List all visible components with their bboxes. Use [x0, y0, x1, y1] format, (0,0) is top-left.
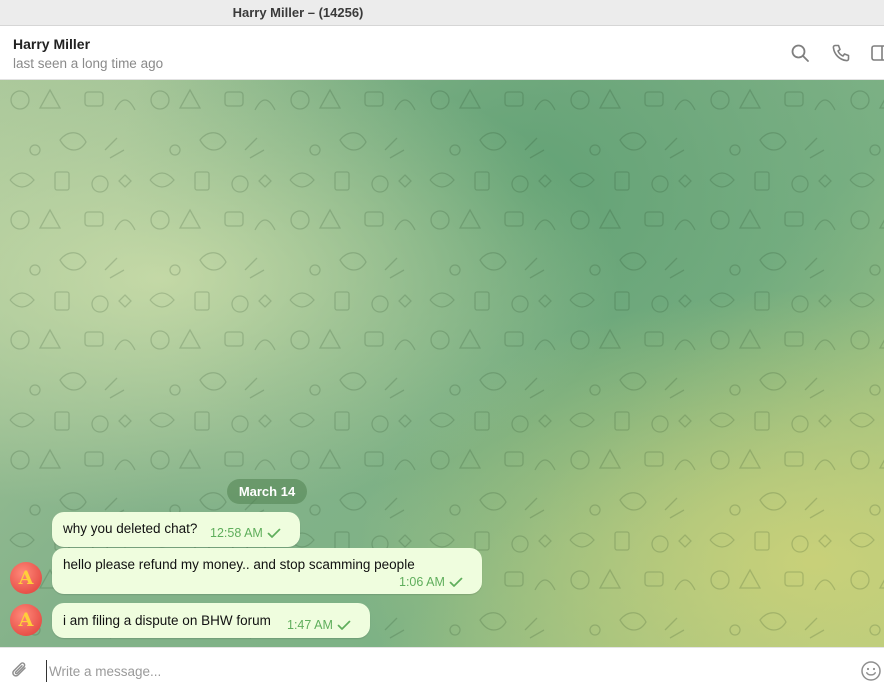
message-time: 1:47 AM — [287, 618, 333, 632]
message-meta: 12:58 AM — [210, 526, 281, 540]
contact-name[interactable]: Harry Miller — [13, 36, 90, 52]
window-title: Harry Miller – (14256) — [232, 5, 364, 20]
sender-avatar[interactable]: A — [10, 562, 42, 594]
read-check-icon — [267, 528, 281, 538]
read-check-icon — [337, 620, 351, 630]
message-bubble[interactable]: i am filing a dispute on BHW forum 1:47 … — [52, 603, 370, 638]
message-text: i am filing a dispute on BHW forum — [63, 613, 271, 628]
message-time: 12:58 AM — [210, 526, 263, 540]
window-titlebar: Harry Miller – (14256) — [0, 0, 884, 26]
search-icon[interactable] — [790, 43, 810, 63]
message-text: why you deleted chat? — [63, 521, 198, 536]
avatar-letter: A — [18, 608, 34, 631]
emoji-icon[interactable] — [860, 660, 882, 682]
message-time: 1:06 AM — [399, 575, 445, 589]
date-separator: March 14 — [227, 479, 307, 504]
avatar-letter: A — [18, 566, 34, 589]
read-check-icon — [449, 577, 463, 587]
contact-status: last seen a long time ago — [13, 56, 164, 71]
message-text: hello please refund my money.. and stop … — [63, 557, 415, 572]
chat-header: Harry Miller last seen a long time ago — [0, 26, 884, 80]
message-area[interactable]: March 14 why you deleted chat? 12:58 AM … — [0, 80, 884, 647]
message-bubble[interactable]: why you deleted chat? 12:58 AM — [52, 512, 300, 547]
sidebar-toggle-icon[interactable] — [870, 43, 884, 63]
message-composer — [0, 647, 884, 693]
paperclip-icon[interactable] — [9, 660, 31, 682]
message-input[interactable] — [46, 660, 826, 682]
phone-icon[interactable] — [831, 43, 851, 63]
message-bubble[interactable]: hello please refund my money.. and stop … — [52, 548, 482, 594]
message-meta: 1:47 AM — [287, 618, 351, 632]
sender-avatar[interactable]: A — [10, 604, 42, 636]
message-meta: 1:06 AM — [399, 575, 463, 589]
